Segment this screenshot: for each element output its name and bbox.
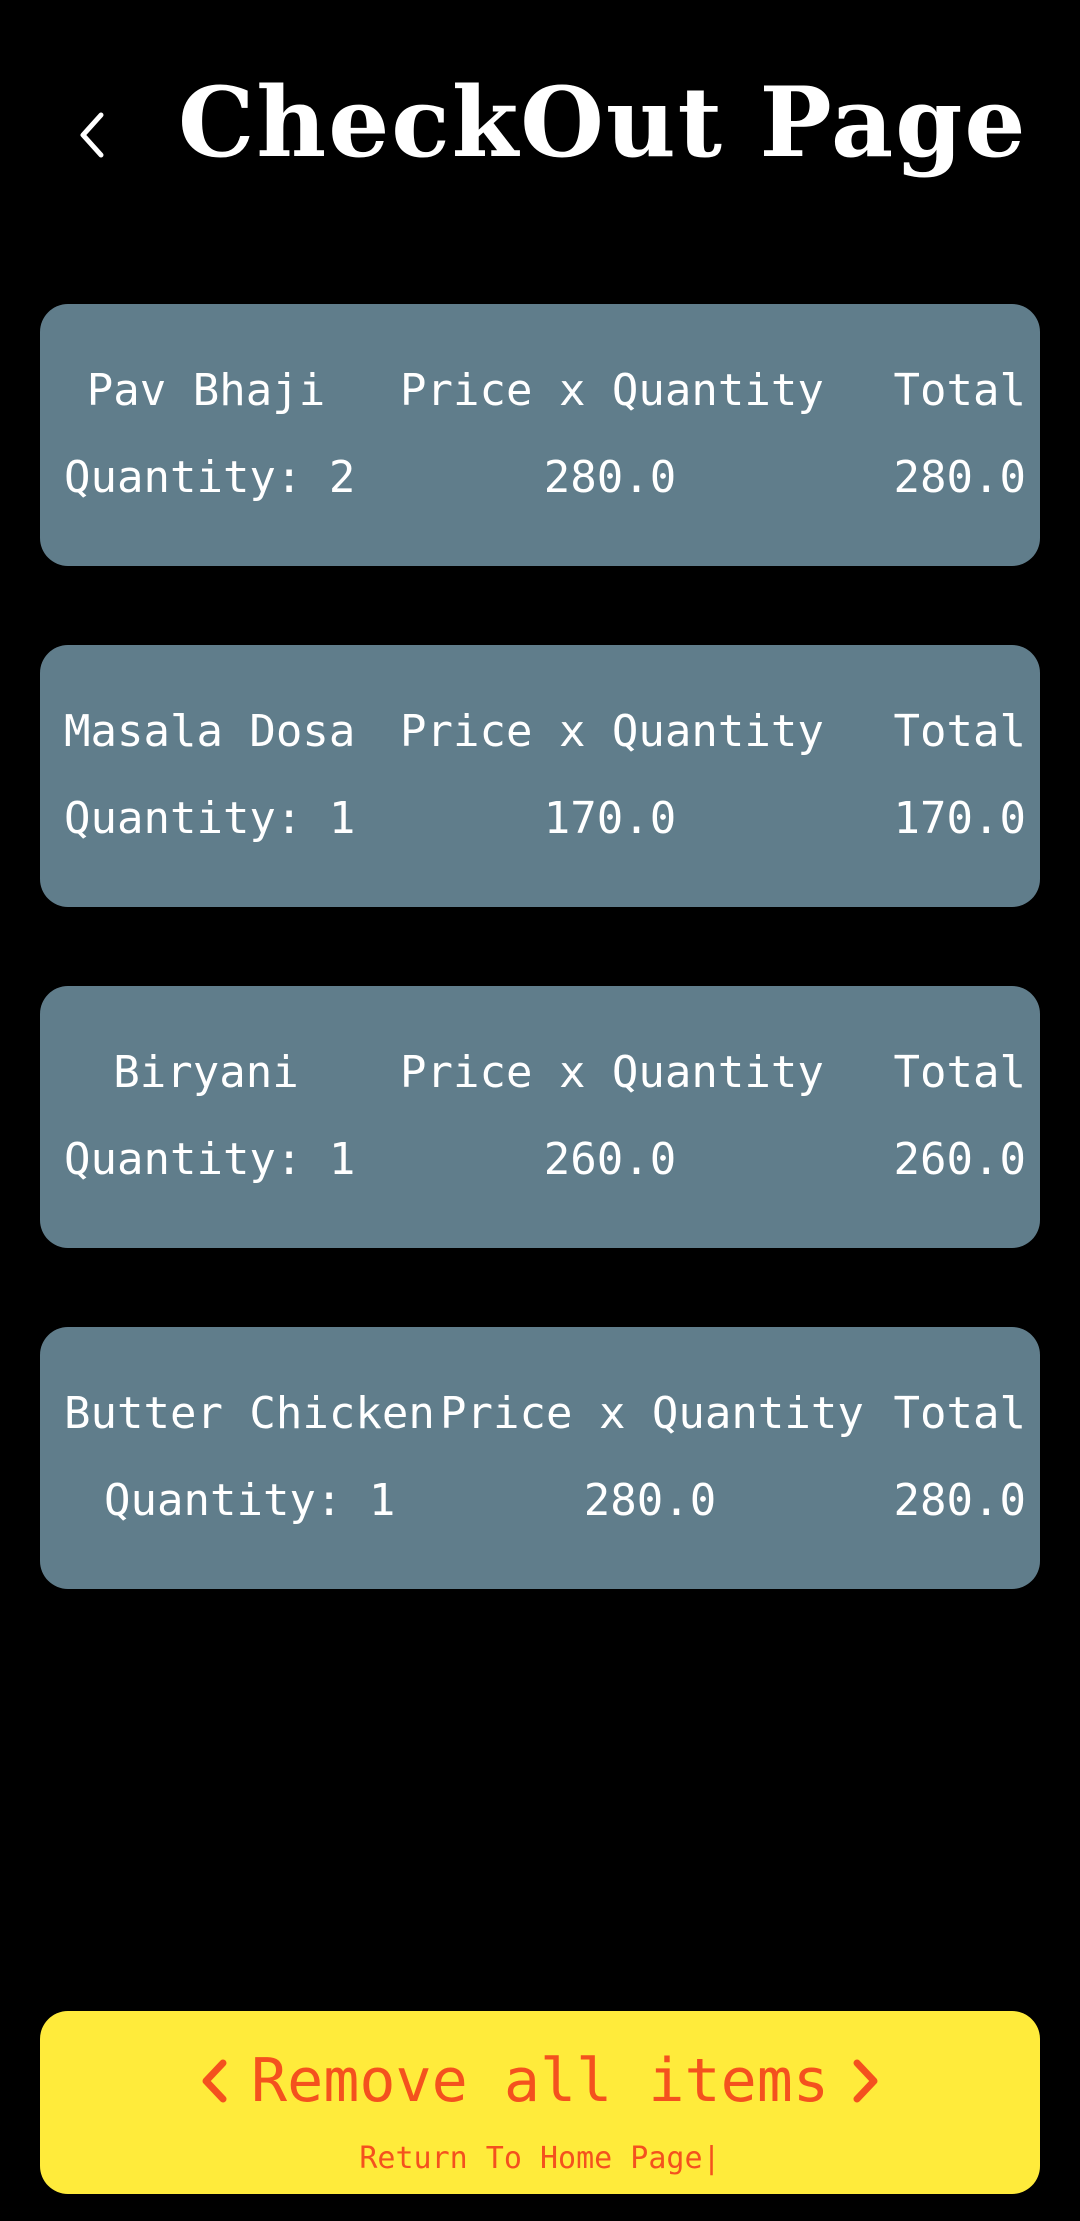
total-header: Total [893, 1047, 1026, 1098]
item-name: Masala Dosa [64, 706, 356, 757]
page-title: CheckOut Page [178, 66, 1028, 179]
item-quantity: Quantity: 1 [64, 793, 356, 844]
item-quantity: Quantity: 1 [104, 1475, 396, 1526]
chevron-right-icon [851, 2057, 881, 2105]
price-quantity-header: Price x Quantity [400, 706, 824, 757]
item-name: Pav Bhaji [86, 365, 326, 416]
chevron-left-icon [199, 2057, 229, 2105]
price-quantity-header: Price x Quantity [400, 365, 824, 416]
item-name: Biryani [113, 1047, 299, 1098]
price-quantity-header: Price x Quantity [440, 1388, 864, 1439]
total-value: 280.0 [893, 452, 1026, 503]
price-quantity-value: 170.0 [543, 793, 677, 844]
total-value: 170.0 [893, 793, 1026, 844]
price-quantity-value: 260.0 [543, 1134, 677, 1185]
cart-item-card: Butter Chicken Price x Quantity Total Qu… [40, 1327, 1040, 1589]
total-value: 280.0 [893, 1475, 1026, 1526]
back-button[interactable] [62, 100, 122, 170]
cart-item-card: Pav Bhaji Price x Quantity Total Quantit… [40, 304, 1040, 566]
total-value: 260.0 [893, 1134, 1026, 1185]
cart-item-card: Biryani Price x Quantity Total Quantity:… [40, 986, 1040, 1248]
total-header: Total [893, 365, 1026, 416]
remove-all-items-label: Remove all items [251, 2046, 829, 2116]
item-quantity: Quantity: 2 [64, 452, 356, 503]
price-quantity-value: 280.0 [543, 452, 677, 503]
remove-all-items-button[interactable]: Remove all items Return To Home Page| [40, 2011, 1040, 2194]
price-quantity-header: Price x Quantity [400, 1047, 824, 1098]
return-home-link[interactable]: Return To Home Page| [40, 2139, 1040, 2179]
checkout-item-list: Pav Bhaji Price x Quantity Total Quantit… [40, 304, 1040, 1668]
total-header: Total [893, 1388, 1026, 1439]
item-quantity: Quantity: 1 [64, 1134, 356, 1185]
item-name: Butter Chicken [64, 1388, 435, 1439]
total-header: Total [893, 706, 1026, 757]
price-quantity-value: 280.0 [583, 1475, 717, 1526]
action-row: Remove all items [40, 2041, 1040, 2121]
cart-item-card: Masala Dosa Price x Quantity Total Quant… [40, 645, 1040, 907]
chevron-left-icon [80, 112, 104, 158]
header: CheckOut Page [0, 0, 1080, 260]
